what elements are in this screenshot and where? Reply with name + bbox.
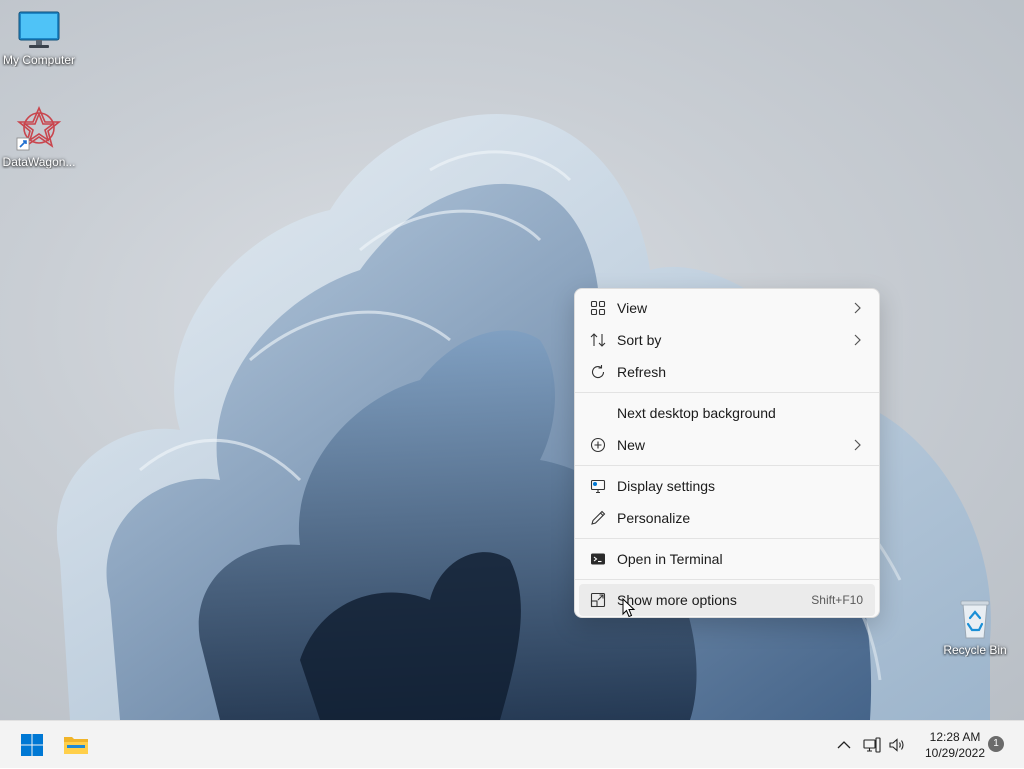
clock-time: 12:28 AM <box>929 730 981 744</box>
tray-overflow-button[interactable] <box>834 721 854 769</box>
menu-separator <box>575 392 879 393</box>
menu-separator <box>575 538 879 539</box>
menu-item-shortcut: Shift+F10 <box>811 593 863 607</box>
chevron-right-icon <box>854 302 861 314</box>
sort-icon <box>590 333 606 347</box>
chevron-up-icon <box>837 741 851 749</box>
desktop-context-menu: View Sort by Refresh Next desktop backgr… <box>574 288 880 618</box>
taskbar-clock[interactable]: 12:28 AM 10/29/2022 <box>914 729 996 761</box>
grid-icon <box>590 300 606 316</box>
menu-separator <box>575 465 879 466</box>
desktop-icon-datawagon[interactable]: DataWagon... <box>0 104 78 169</box>
desktop-icon-label: DataWagon... <box>2 155 76 169</box>
menu-item-display-settings[interactable]: Display settings <box>579 470 875 502</box>
chevron-right-icon <box>854 334 861 346</box>
menu-item-label: Show more options <box>617 592 737 608</box>
taskbar-file-explorer[interactable] <box>56 725 96 765</box>
taskbar: 12:28 AM 10/29/2022 <box>0 720 1024 768</box>
plus-circle-icon <box>590 437 606 453</box>
menu-item-personalize[interactable]: Personalize <box>579 502 875 534</box>
tray-network-button[interactable] <box>862 721 882 769</box>
notification-badge[interactable]: 1 <box>988 736 1004 752</box>
recycle-bin-icon <box>960 600 990 639</box>
menu-item-sort-by[interactable]: Sort by <box>579 324 875 356</box>
desktop-icon-recycle-bin[interactable]: Recycle Bin <box>936 598 1014 657</box>
menu-item-label: New <box>617 437 646 453</box>
menu-item-label: Personalize <box>617 510 691 526</box>
desktop-icon-label: My Computer <box>2 53 76 67</box>
datawagon-shortcut-icon <box>16 105 62 151</box>
expand-icon <box>590 592 606 608</box>
menu-item-next-desktop-background[interactable]: Next desktop background <box>579 397 875 429</box>
desktop-icon-label: Recycle Bin <box>943 643 1007 657</box>
file-explorer-icon <box>64 737 88 754</box>
volume-icon <box>889 738 904 752</box>
start-button[interactable] <box>12 725 52 765</box>
display-settings-icon <box>590 479 606 494</box>
menu-item-label: Next desktop background <box>617 405 776 421</box>
mouse-cursor-icon <box>622 598 636 618</box>
menu-item-open-in-terminal[interactable]: Open in Terminal <box>579 543 875 575</box>
menu-item-view[interactable]: View <box>579 292 875 324</box>
desktop-icon-my-computer[interactable]: My Computer <box>0 10 78 67</box>
tray-volume-button[interactable] <box>886 721 908 769</box>
menu-item-new[interactable]: New <box>579 429 875 461</box>
monitor-icon <box>18 11 60 48</box>
menu-item-label: Open in Terminal <box>617 551 723 567</box>
terminal-icon <box>591 553 605 565</box>
menu-separator <box>575 579 879 580</box>
chevron-right-icon <box>854 439 861 451</box>
windows-start-icon <box>21 734 43 756</box>
refresh-icon <box>591 365 605 379</box>
menu-item-label: Refresh <box>617 364 667 380</box>
pen-icon <box>591 510 606 525</box>
desktop[interactable]: My Computer DataWagon... Recycle Bin Vie… <box>0 0 1024 720</box>
menu-item-refresh[interactable]: Refresh <box>579 356 875 388</box>
menu-item-label: View <box>617 300 648 316</box>
clock-date: 10/29/2022 <box>924 746 986 760</box>
menu-item-label: Display settings <box>617 478 716 494</box>
network-icon <box>863 737 881 753</box>
menu-item-label: Sort by <box>617 332 662 348</box>
